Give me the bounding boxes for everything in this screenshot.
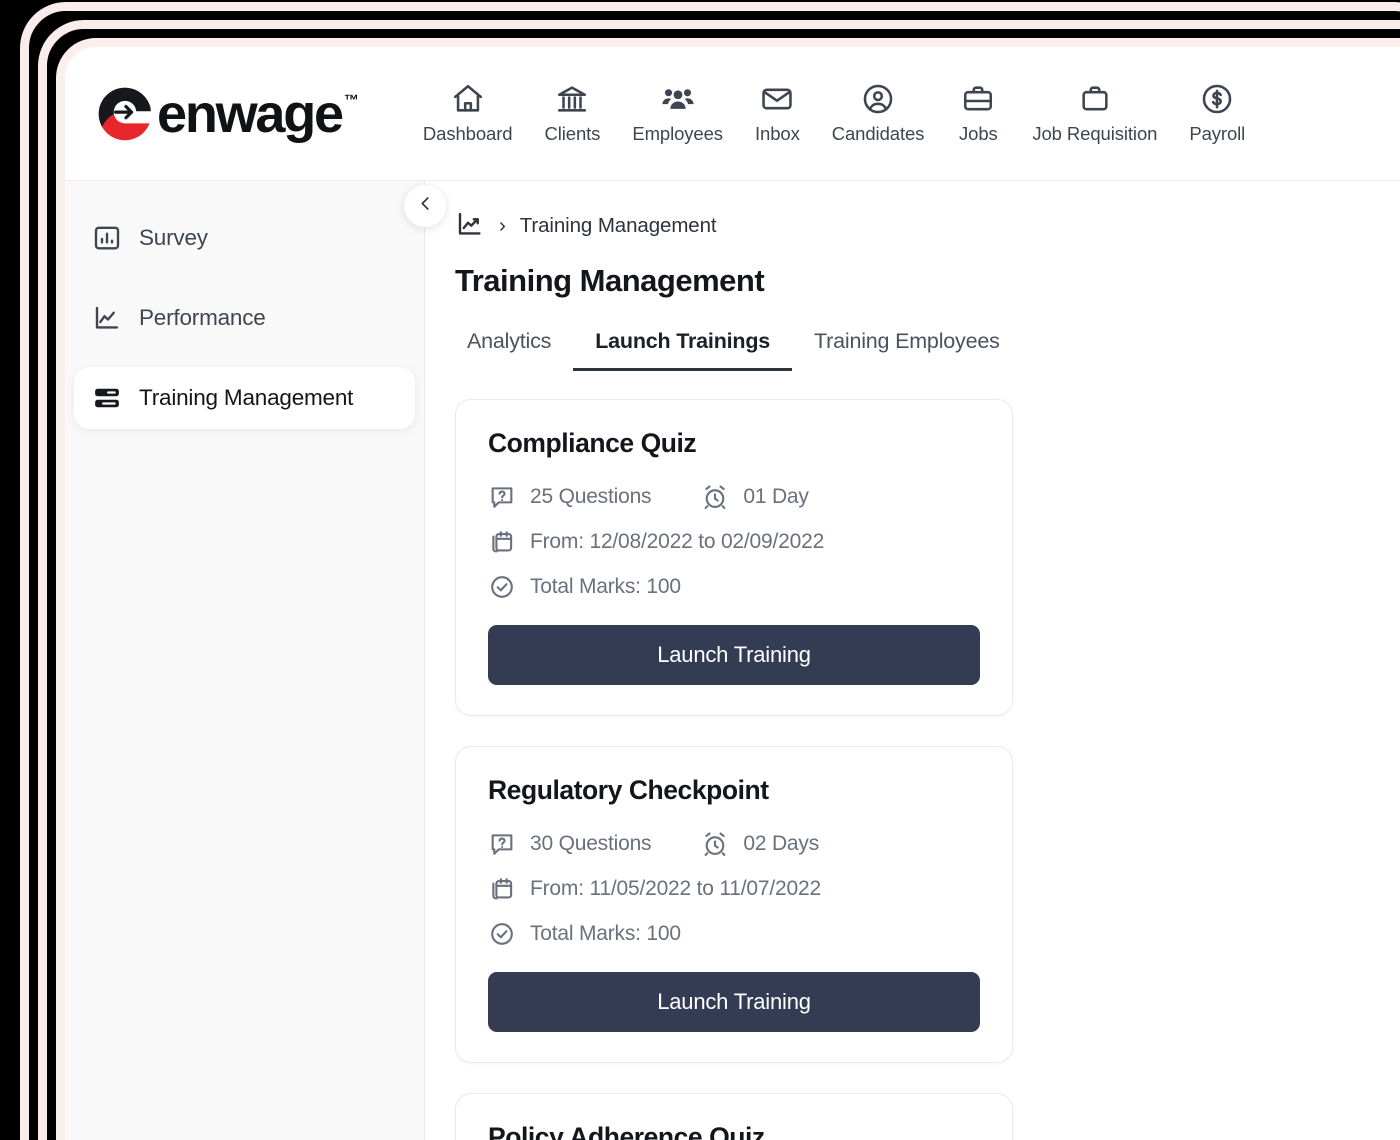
nav-item-dashboard[interactable]: Dashboard [407, 82, 529, 145]
nav-item-clients[interactable]: Clients [528, 82, 616, 145]
sidebar-item-performance[interactable]: Performance [74, 287, 415, 349]
enwage-logo-mark-icon [95, 84, 155, 144]
tab-launch-trainings[interactable]: Launch Trainings [573, 323, 792, 371]
breadcrumb-current[interactable]: Training Management [520, 214, 717, 238]
sidebar-collapse-button[interactable] [404, 185, 446, 227]
card-marks: Total Marks: 100 [488, 920, 980, 948]
trend-up-icon[interactable] [455, 209, 485, 244]
brand-name: enwage [157, 87, 342, 141]
calendar-icon [488, 875, 516, 903]
card-marks-text: Total Marks: 100 [530, 575, 681, 599]
check-circle-icon [488, 573, 516, 601]
launch-training-button[interactable]: Launch Training [488, 972, 980, 1032]
breadcrumb: › Training Management [455, 209, 1400, 243]
chevron-left-icon [416, 194, 435, 218]
enwage-logo[interactable]: enwage ™ [95, 84, 359, 144]
page-title: Training Management [455, 263, 1400, 299]
line-chart-icon [92, 303, 122, 333]
people-icon [661, 82, 695, 116]
card-title: Regulatory Checkpoint [488, 775, 980, 806]
card-dates-text: From: 12/08/2022 to 02/09/2022 [530, 530, 824, 554]
nav-label: Dashboard [423, 123, 513, 145]
card-meta-row: 30 Questions [488, 830, 980, 858]
card-marks: Total Marks: 100 [488, 573, 980, 601]
app-body: Survey Performance [65, 181, 1400, 1140]
alarm-clock-icon [701, 483, 729, 511]
nav-label: Job Requisition [1032, 123, 1157, 145]
server-icon [92, 383, 122, 413]
sidebar-item-label: Performance [139, 305, 266, 331]
alarm-clock-icon [701, 830, 729, 858]
suitcase-icon [1078, 82, 1112, 116]
briefcase-icon [961, 82, 995, 116]
training-card: Regulatory Checkpoint [455, 746, 1013, 1063]
sidebar-item-survey[interactable]: Survey [74, 207, 415, 269]
card-duration: 02 Days [701, 830, 819, 858]
breadcrumb-separator: › [499, 214, 506, 238]
card-duration: 01 Day [701, 483, 808, 511]
nav-item-inbox[interactable]: Inbox [739, 82, 816, 145]
tab-analytics[interactable]: Analytics [455, 323, 573, 371]
dollar-circle-icon [1200, 82, 1234, 116]
nav-label: Employees [632, 123, 723, 145]
card-dates: From: 11/05/2022 to 11/07/2022 [488, 875, 980, 903]
nav-label: Candidates [832, 123, 925, 145]
main-nav: Dashboard Clients [407, 82, 1400, 145]
sidebar-item-training-management[interactable]: Training Management [74, 367, 415, 429]
nav-item-jobs[interactable]: Jobs [940, 82, 1016, 145]
top-navigation-bar: enwage ™ Dashboard [65, 47, 1400, 181]
bank-icon [555, 82, 589, 116]
home-icon [451, 82, 485, 116]
card-meta-row: 25 Questions [488, 483, 980, 511]
nav-item-employees[interactable]: Employees [616, 82, 739, 145]
envelope-icon [760, 82, 794, 116]
tab-bar: Analytics Launch Trainings Training Empl… [455, 323, 1400, 371]
nav-label: Inbox [755, 123, 800, 145]
card-questions: 30 Questions [488, 830, 651, 858]
nav-label: Clients [544, 123, 600, 145]
card-dates: From: 12/08/2022 to 02/09/2022 [488, 528, 980, 556]
training-card: Policy Adherence Quiz [455, 1093, 1013, 1140]
screenshot-stage: enwage ™ Dashboard [0, 0, 1400, 1140]
nav-item-job-requisition[interactable]: Job Requisition [1016, 82, 1173, 145]
user-circle-icon [861, 82, 895, 116]
bar-chart-icon [92, 223, 122, 253]
card-duration-text: 02 Days [743, 832, 819, 856]
card-marks-text: Total Marks: 100 [530, 922, 681, 946]
training-card: Compliance Quiz 25 Q [455, 399, 1013, 716]
training-card-list: Compliance Quiz 25 Q [455, 399, 1400, 1140]
tab-training-employees[interactable]: Training Employees [792, 323, 1022, 371]
card-dates-text: From: 11/05/2022 to 11/07/2022 [530, 877, 821, 901]
card-title: Compliance Quiz [488, 428, 980, 459]
calendar-icon [488, 528, 516, 556]
sidebar: Survey Performance [65, 181, 425, 1140]
card-questions: 25 Questions [488, 483, 651, 511]
card-title: Policy Adherence Quiz [488, 1122, 980, 1140]
card-questions-text: 25 Questions [530, 485, 651, 509]
brand-trademark: ™ [344, 92, 359, 109]
check-circle-icon [488, 920, 516, 948]
app-window: enwage ™ Dashboard [56, 38, 1400, 1140]
question-bubble-icon [488, 830, 516, 858]
nav-label: Payroll [1189, 123, 1245, 145]
main-content: › Training Management Training Managemen… [425, 181, 1400, 1140]
sidebar-item-label: Training Management [139, 385, 353, 411]
nav-item-candidates[interactable]: Candidates [816, 82, 941, 145]
sidebar-item-label: Survey [139, 225, 208, 251]
card-questions-text: 30 Questions [530, 832, 651, 856]
card-duration-text: 01 Day [743, 485, 808, 509]
question-bubble-icon [488, 483, 516, 511]
launch-training-button[interactable]: Launch Training [488, 625, 980, 685]
nav-label: Jobs [959, 123, 998, 145]
nav-item-payroll[interactable]: Payroll [1173, 82, 1261, 145]
